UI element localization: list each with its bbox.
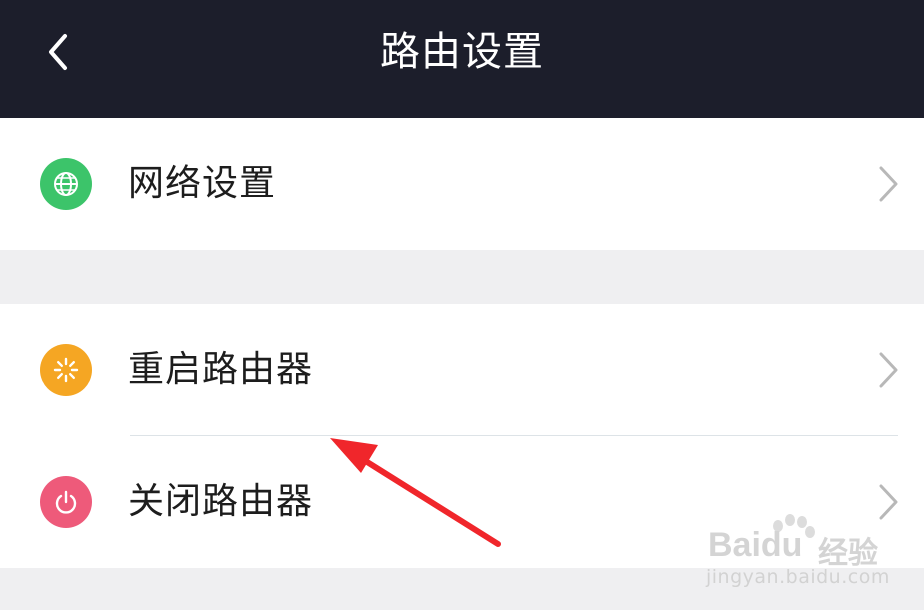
list-divider [130,435,898,436]
power-icon [40,476,92,528]
restart-router-label: 重启路由器 [128,349,314,390]
chevron-right-icon [879,352,898,388]
page-title: 路由设置 [380,29,544,75]
settings-group-network: 网络设置 [0,118,924,250]
restart-router-item[interactable]: 重启路由器 [0,304,924,436]
network-settings-item[interactable]: 网络设置 [0,118,924,250]
network-settings-label: 网络设置 [128,163,277,204]
chevron-right-icon [879,484,898,520]
shutdown-router-label: 关闭路由器 [128,481,314,522]
loading-spinner-icon [40,344,92,396]
chevron-right-icon [879,166,898,202]
watermark-url: jingyan.baidu.com [706,566,890,588]
navigation-bar: 路由设置 [0,0,924,118]
globe-icon [40,158,92,210]
watermark-brand: Baidu [708,526,803,564]
